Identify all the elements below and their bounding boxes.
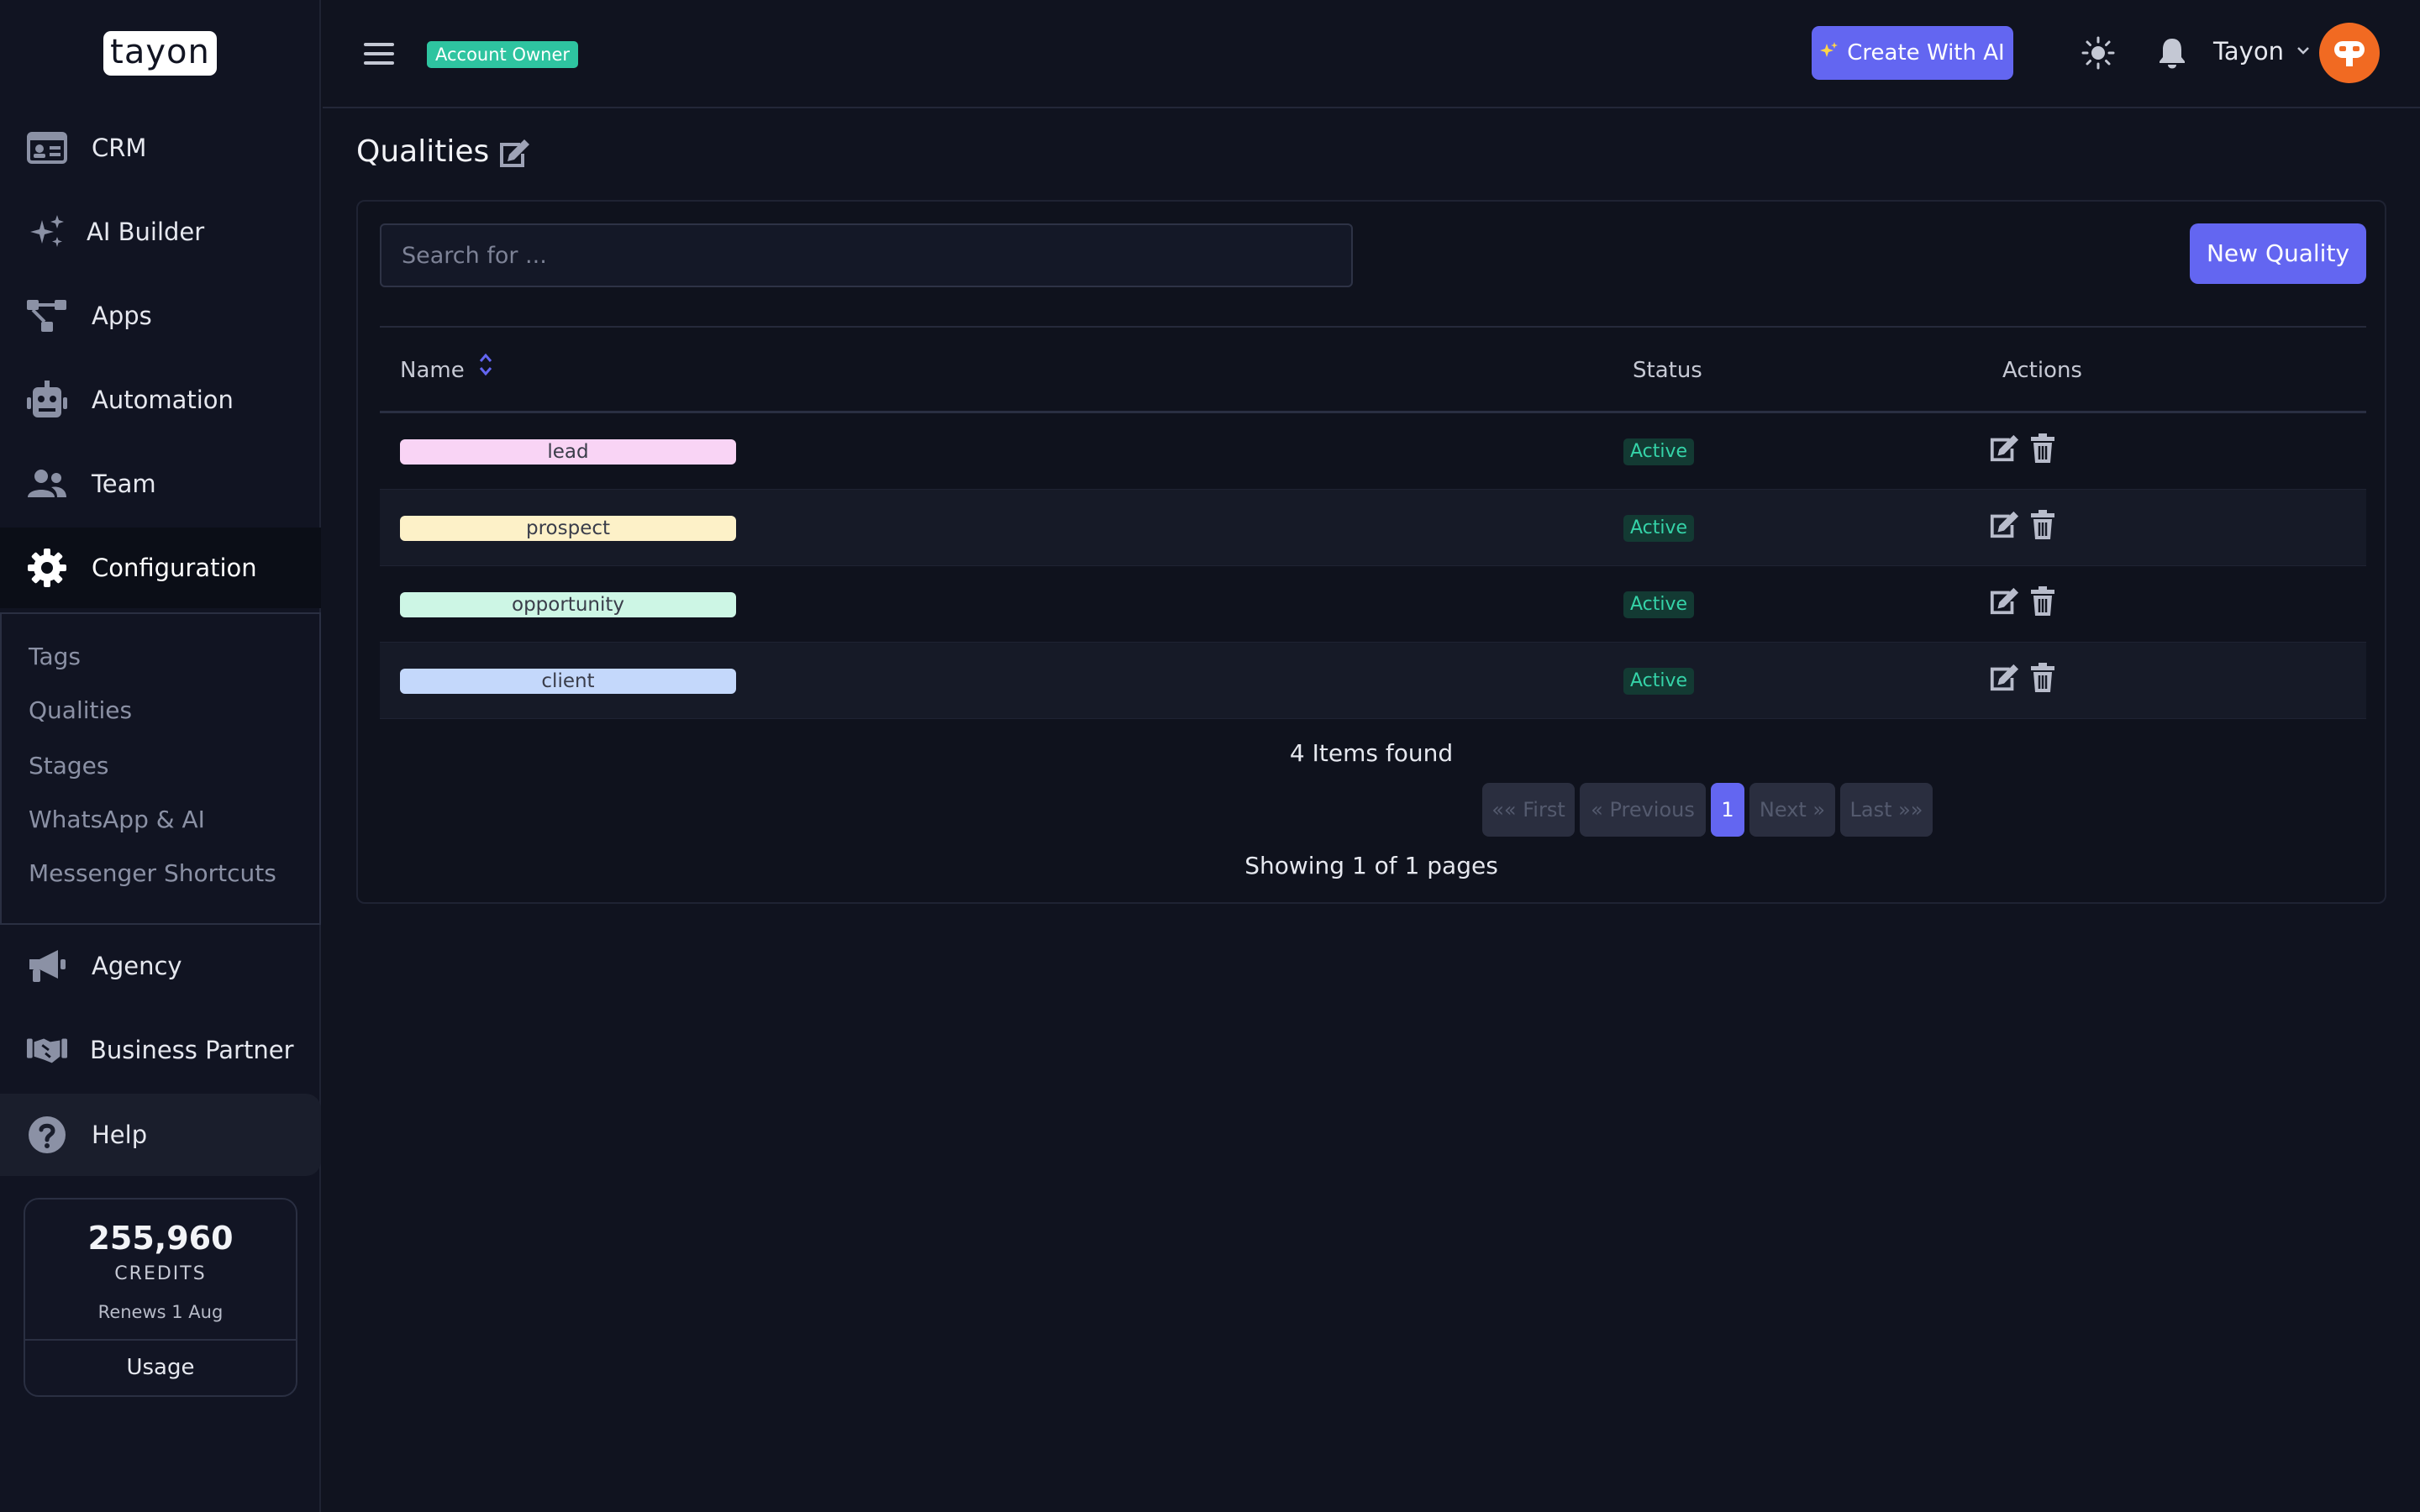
page-title: Qualities — [356, 134, 490, 169]
status-badge: Active — [1623, 515, 1695, 542]
submenu-item-stages[interactable]: Stages — [29, 752, 109, 780]
trash-icon[interactable] — [2030, 510, 2055, 543]
credits-renew-date: Renews 1 Aug — [97, 1302, 224, 1322]
sidebar-item-label: Configuration — [92, 554, 257, 582]
usage-button[interactable]: Usage — [25, 1341, 296, 1395]
configuration-submenu: Tags Qualities Stages WhatsApp & AI Mess… — [0, 612, 321, 925]
status-badge: Active — [1623, 668, 1695, 695]
sidebar-item-label: Help — [92, 1121, 148, 1149]
edit-icon[interactable] — [1988, 433, 2020, 467]
credits-amount: 255,960 — [87, 1220, 234, 1257]
status-badge: Active — [1623, 591, 1695, 618]
status-badge: Active — [1623, 438, 1695, 465]
submenu-item-messenger-shortcuts[interactable]: Messenger Shortcuts — [29, 859, 276, 887]
megaphone-icon — [26, 945, 68, 987]
sidebar-item-label: Agency — [92, 952, 182, 980]
handshake-icon — [26, 1029, 68, 1071]
sidebar-item-label: Team — [92, 470, 156, 498]
credits-unit: CREDITS — [114, 1263, 207, 1284]
qualities-table: Name Status Actions lead Active prospect… — [380, 326, 2366, 719]
role-badge: Account Owner — [427, 41, 579, 68]
quality-name-tag: lead — [400, 439, 736, 465]
flow-icon — [26, 295, 68, 337]
sidebar-item-team[interactable]: Team — [0, 444, 321, 524]
brand-logo[interactable]: tayon — [103, 31, 217, 76]
sparkle-icon — [1820, 40, 1839, 66]
top-bar: Account Owner Create With AI Tayon — [323, 0, 2420, 108]
table-row: opportunity Active — [380, 566, 2366, 643]
pagination-last-button[interactable]: Last »» — [1840, 783, 1933, 837]
users-icon — [26, 463, 68, 505]
qualities-card: New Quality Name Status Actions lead Act… — [356, 200, 2386, 904]
gear-icon — [26, 547, 68, 589]
edit-icon[interactable] — [497, 138, 531, 173]
user-name[interactable]: Tayon — [2213, 37, 2284, 66]
pagination-first-button[interactable]: «« First — [1482, 783, 1575, 837]
quality-name-tag: opportunity — [400, 592, 736, 617]
edit-icon[interactable] — [1988, 510, 2020, 543]
sidebar-item-agency[interactable]: Agency — [0, 926, 321, 1006]
sidebar-item-automation[interactable]: Automation — [0, 360, 321, 440]
table-row: lead Active — [380, 413, 2366, 490]
sidebar-item-label: Business Partner — [90, 1036, 294, 1064]
pagination-previous-button[interactable]: « Previous — [1580, 783, 1706, 837]
robot-avatar-icon[interactable] — [2319, 23, 2380, 83]
table-row: client Active — [380, 643, 2366, 719]
create-with-ai-button[interactable]: Create With AI — [1812, 26, 2013, 80]
submenu-item-whatsapp-ai[interactable]: WhatsApp & AI — [29, 806, 205, 833]
bell-icon[interactable] — [2153, 34, 2191, 72]
pagination-next-button[interactable]: Next » — [1749, 783, 1835, 837]
new-quality-button[interactable]: New Quality — [2190, 223, 2366, 284]
search-input[interactable] — [380, 223, 1353, 287]
sidebar-item-label: CRM — [92, 134, 147, 162]
sidebar-item-configuration[interactable]: Configuration — [0, 528, 321, 608]
submenu-item-qualities[interactable]: Qualities — [29, 696, 132, 724]
sun-icon[interactable] — [2079, 34, 2118, 72]
pagination-page-1[interactable]: 1 — [1711, 783, 1744, 837]
sidebar-item-help[interactable]: Help — [0, 1094, 321, 1176]
quality-name-tag: prospect — [400, 516, 736, 541]
trash-icon[interactable] — [2030, 586, 2055, 620]
sparkles-icon — [26, 211, 68, 253]
sidebar: tayon CRM AI Builder Apps Automation Tea… — [0, 0, 321, 1512]
submenu-item-tags[interactable]: Tags — [29, 643, 81, 670]
trash-icon[interactable] — [2030, 663, 2055, 696]
id-card-icon — [26, 127, 68, 169]
sort-icon[interactable] — [477, 351, 494, 381]
sidebar-item-ai-builder[interactable]: AI Builder — [0, 192, 321, 272]
edit-icon[interactable] — [1988, 586, 2020, 620]
column-header-actions: Actions — [2002, 358, 2082, 383]
trash-icon[interactable] — [2030, 433, 2055, 467]
robot-icon — [26, 379, 68, 421]
question-circle-icon — [26, 1114, 68, 1156]
sidebar-item-label: Automation — [92, 386, 234, 414]
sidebar-item-label: AI Builder — [87, 218, 205, 246]
table-header: Name Status Actions — [380, 326, 2366, 413]
sidebar-item-label: Apps — [92, 302, 152, 330]
menu-icon[interactable] — [364, 39, 394, 69]
chevron-down-icon[interactable] — [2296, 44, 2311, 60]
table-row: prospect Active — [380, 490, 2366, 566]
edit-icon[interactable] — [1988, 663, 2020, 696]
pagination-summary: Showing 1 of 1 pages — [1244, 852, 1498, 879]
column-header-status: Status — [1633, 358, 1702, 383]
credits-card: 255,960 CREDITS Renews 1 Aug Usage — [24, 1198, 297, 1397]
items-found-count: 4 Items found — [1289, 739, 1454, 767]
quality-name-tag: client — [400, 669, 736, 694]
create-with-ai-label: Create With AI — [1847, 40, 2005, 66]
column-header-name[interactable]: Name — [400, 358, 465, 383]
sidebar-item-business-partner[interactable]: Business Partner — [0, 1010, 321, 1090]
sidebar-item-crm[interactable]: CRM — [0, 108, 321, 188]
sidebar-item-apps[interactable]: Apps — [0, 276, 321, 356]
